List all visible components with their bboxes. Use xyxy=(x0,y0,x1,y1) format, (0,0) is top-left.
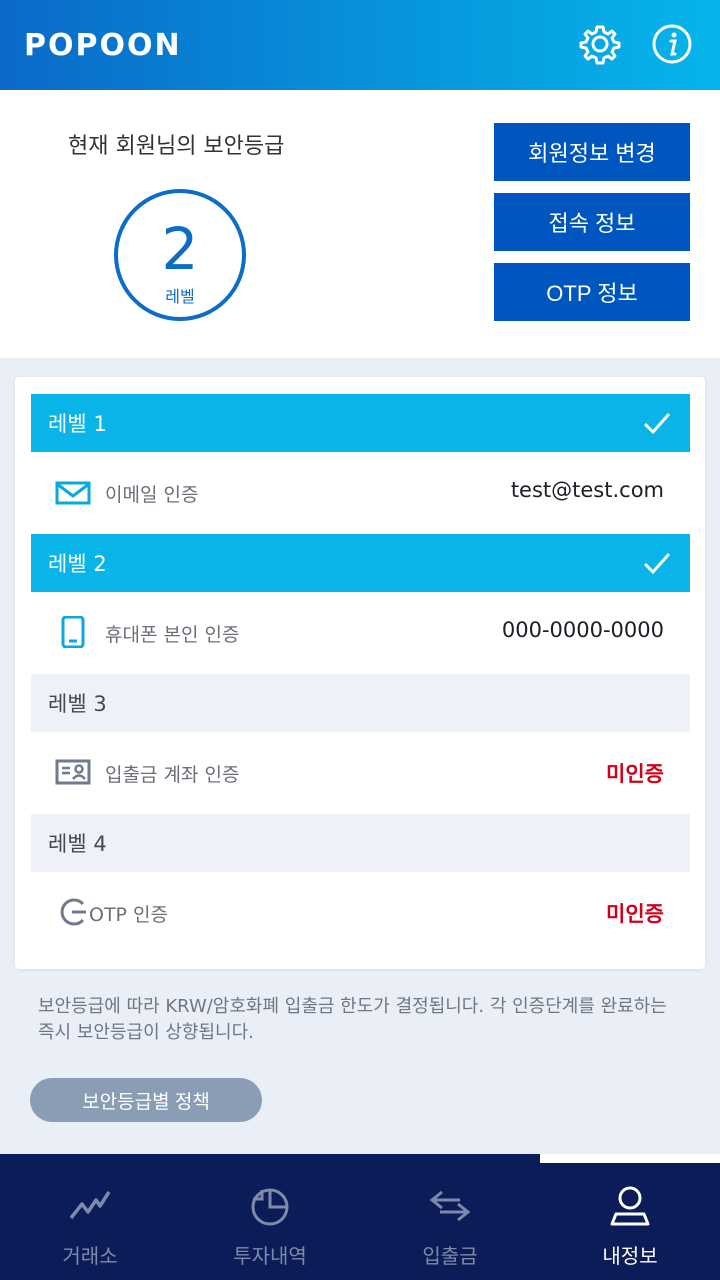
level-2-header: 레벨 2 xyxy=(31,534,690,592)
check-icon xyxy=(643,413,671,435)
popoon-logo[interactable]: POPOON xyxy=(24,28,182,63)
id-card-icon xyxy=(55,756,91,788)
chart-line-icon xyxy=(68,1184,112,1228)
account-verification-label: 입출금 계좌 인증 xyxy=(105,764,240,786)
tab-my-info[interactable]: 내정보 xyxy=(540,1154,720,1280)
gear-icon xyxy=(579,25,621,65)
otp-info-button[interactable]: OTP 정보 xyxy=(494,263,690,321)
app-header: POPOON xyxy=(0,0,720,90)
tab-my-info-label: 내정보 xyxy=(602,1244,658,1268)
email-verification-label: 이메일 인증 xyxy=(105,484,199,506)
security-policy-button[interactable]: 보안등급별 정책 xyxy=(30,1078,262,1122)
email-value: test@test.com xyxy=(510,478,664,502)
security-notice: 보안등급에 따라 KRW/암호화폐 입출금 한도가 결정됩니다. 각 인증단계를… xyxy=(38,996,667,1043)
account-verification-row[interactable]: 입출금 계좌 인증 미인증 xyxy=(31,732,690,814)
account-verification-status: 미인증 xyxy=(606,762,664,786)
info-button[interactable] xyxy=(650,22,694,66)
phone-verification-label: 휴대폰 본인 인증 xyxy=(105,624,240,646)
level-1-header: 레벨 1 xyxy=(31,394,690,452)
tab-exchange[interactable]: 거래소 xyxy=(0,1154,180,1280)
pie-chart-icon xyxy=(248,1184,292,1228)
access-info-button[interactable]: 접속 정보 xyxy=(494,193,690,251)
security-level-unit: 레벨 xyxy=(165,287,195,306)
user-icon xyxy=(608,1184,652,1228)
mail-icon xyxy=(55,476,91,508)
tab-investment-history[interactable]: 투자내역 xyxy=(180,1154,360,1280)
security-level-title: 현재 회원님의 보안등급 xyxy=(68,134,285,159)
security-level-number: 2 xyxy=(161,215,199,283)
phone-verification-row[interactable]: 휴대폰 본인 인증 000-0000-0000 xyxy=(31,592,690,674)
security-level-panel: 현재 회원님의 보안등급 2 레벨 회원정보 변경 접속 정보 OTP 정보 xyxy=(0,90,720,358)
phone-icon xyxy=(55,616,91,648)
info-icon xyxy=(652,24,692,64)
email-verification-row[interactable]: 이메일 인증 test@test.com xyxy=(31,452,690,534)
tab-exchange-label: 거래소 xyxy=(62,1244,118,1268)
settings-button[interactable] xyxy=(578,22,622,66)
level-3-header: 레벨 3 xyxy=(31,674,690,732)
otp-verification-status: 미인증 xyxy=(606,902,664,926)
level-4-label: 레벨 4 xyxy=(48,832,107,856)
otp-verification-label: OTP 인증 xyxy=(89,904,169,926)
level-1-label: 레벨 1 xyxy=(48,412,107,436)
tab-deposit-withdraw[interactable]: 입출금 xyxy=(360,1154,540,1280)
otp-icon xyxy=(55,896,91,928)
member-info-change-button[interactable]: 회원정보 변경 xyxy=(494,123,690,181)
verification-levels-card: 레벨 1 이메일 인증 test@test.com 레벨 2 휴대폰 본인 인증… xyxy=(15,377,705,969)
check-icon xyxy=(643,553,671,575)
security-level-badge: 2 레벨 xyxy=(114,189,246,321)
tab-investment-history-label: 투자내역 xyxy=(233,1244,307,1268)
tab-deposit-withdraw-label: 입출금 xyxy=(422,1244,478,1268)
level-3-label: 레벨 3 xyxy=(48,692,107,716)
otp-verification-row[interactable]: OTP 인증 미인증 xyxy=(31,872,690,954)
level-4-header: 레벨 4 xyxy=(31,814,690,872)
level-2-label: 레벨 2 xyxy=(48,552,107,576)
transfer-arrows-icon xyxy=(428,1184,472,1228)
phone-value: 000-0000-0000 xyxy=(501,618,664,642)
